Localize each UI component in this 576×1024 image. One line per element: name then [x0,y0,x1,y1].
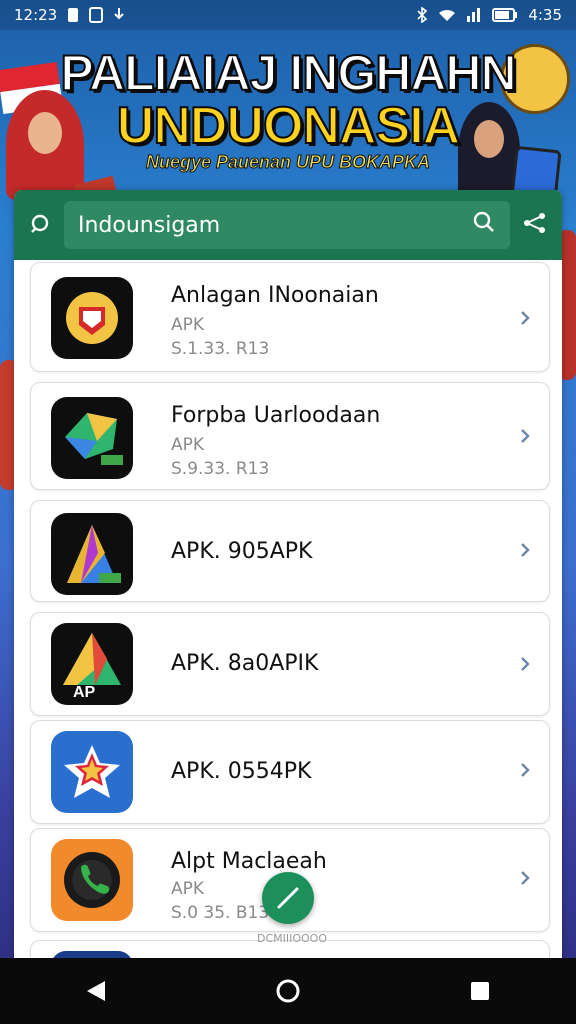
recents-square-icon [471,982,489,1000]
bluetooth-icon [416,7,428,23]
notification-icon [67,7,79,23]
polygon-icon [51,397,133,479]
phone-call-icon [51,839,133,921]
status-time-right: 4:35 [528,6,562,24]
app-version: S.9.33. R13 [171,459,270,479]
app-title: APK. 905APK [171,539,313,564]
app-title: Alpt Maclaeah [171,849,327,874]
chevron-right-icon [521,543,530,557]
toolbar: Indounsigam [14,190,562,260]
garuda-emblem-icon [51,277,133,359]
star-badge-icon [51,731,133,813]
banner-title-line2: UNDUONASIA [116,96,461,156]
app-type: APK [171,435,205,455]
banner-title-line1: PALIAIAJ INGHAHN [59,44,517,102]
battery-icon [492,8,518,22]
banner-tagline: Nuegye Pauenan UPU BOKAPKA [145,152,431,173]
app-title: Anlagan INoonaian [171,283,379,308]
list-item[interactable]: Forpba Uarloodaan APK S.9.33. R13 [30,382,550,490]
app-version: S.1.33. R13 [171,339,270,359]
sim-icon [89,7,104,23]
app-title: Forpba Uarloodaan [171,403,381,428]
promo-banner: PALIAIAJ INGHAHN UNDUONASIA Nuegye Pauen… [0,30,576,200]
list-item[interactable]: APK. 905APK [30,500,550,602]
home-button[interactable] [268,971,308,1011]
app-version: S.0 35. B13 [171,903,270,923]
edit-fab-button[interactable] [262,872,314,924]
download-icon [113,7,125,23]
share-icon[interactable] [522,211,548,239]
app-title: APK. 8a0APIK [171,651,319,676]
ap-triangle-icon: AP [51,623,133,705]
fab-caption: DCMIIIOOOO [256,932,327,945]
triangle-a-icon [51,513,133,595]
list-item[interactable]: AP APK. 8a0APIK [30,612,550,716]
app-type: APK [171,879,205,899]
app-type: APK [171,315,205,335]
recents-button[interactable] [460,971,500,1011]
search-input[interactable]: Indounsigam [64,201,510,249]
chevron-right-icon [521,657,530,671]
app-title: APK. 0554PK [171,759,312,784]
status-time-left: 12:23 [14,6,58,24]
list-item[interactable]: APK. 0554PK [30,720,550,824]
status-bar: 12:23 4:35 [0,0,576,30]
navigation-bar [0,958,576,1024]
app-list-card: Indounsigam Anlagan INoonaian APK S.1.33… [14,190,562,960]
chevron-right-icon [521,429,530,443]
chevron-right-icon [521,763,530,777]
list-item[interactable]: Anlagan INoonaian APK S.1.33. R13 [30,262,550,372]
search-small-icon[interactable] [28,211,52,239]
signal-icon [466,8,482,22]
pencil-icon [277,887,299,909]
search-icon[interactable] [472,210,496,240]
home-circle-icon [276,979,300,1003]
wifi-icon [438,8,456,22]
back-button[interactable] [76,971,116,1011]
svg-text:AP: AP [73,684,96,701]
back-triangle-icon [87,981,105,1001]
chevron-right-icon [521,871,530,885]
search-input-value: Indounsigam [78,212,221,238]
chevron-right-icon [521,311,530,325]
